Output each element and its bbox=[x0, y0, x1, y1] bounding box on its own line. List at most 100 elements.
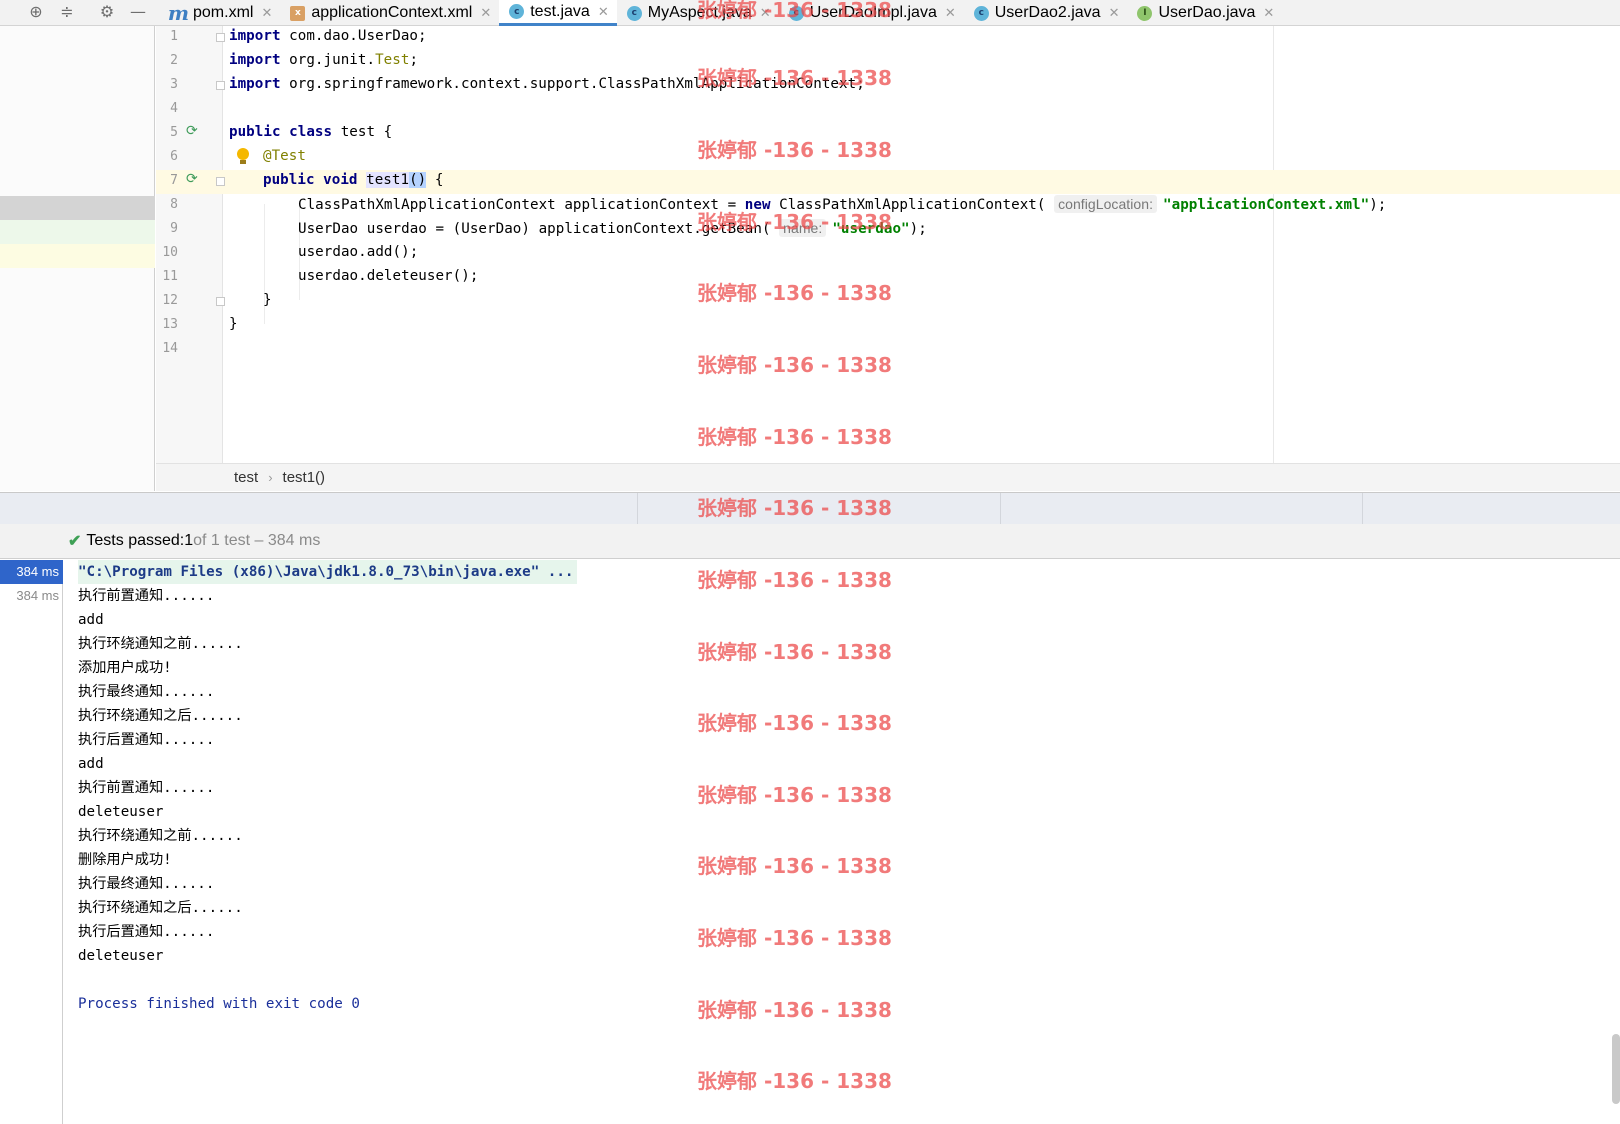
code-line: 12 } bbox=[156, 290, 1620, 314]
console-line: 执行后置通知...... bbox=[78, 924, 215, 940]
line-number: 8 bbox=[170, 197, 178, 212]
test-timing-row[interactable]: 384 ms bbox=[0, 560, 63, 584]
code-token: test { bbox=[332, 124, 393, 140]
string-literal: "userdao" bbox=[832, 221, 910, 237]
tab-userdaoimpl-java[interactable]: c UserDaoImpl.java ✕ bbox=[779, 0, 964, 26]
fold-icon[interactable] bbox=[216, 33, 225, 42]
code-token: ; bbox=[409, 52, 419, 68]
line-number: 5 bbox=[170, 125, 178, 140]
console-line: deleteuser bbox=[78, 948, 164, 964]
console-line: add bbox=[78, 756, 104, 772]
breadcrumb-class[interactable]: test bbox=[234, 469, 258, 486]
close-icon[interactable]: ✕ bbox=[598, 4, 609, 20]
locate-icon[interactable]: ⊕ bbox=[23, 0, 49, 24]
close-icon[interactable]: ✕ bbox=[760, 5, 771, 21]
line-number: 10 bbox=[162, 245, 178, 260]
console-output[interactable]: "C:\Program Files (x86)\Java\jdk1.8.0_73… bbox=[64, 560, 1620, 1124]
console-line: 执行前置通知...... bbox=[78, 588, 215, 604]
xml-file-icon: x bbox=[290, 5, 306, 21]
check-icon: ✔ bbox=[68, 533, 82, 550]
console-line: 执行最终通知...... bbox=[78, 876, 215, 892]
code-line: 4 bbox=[156, 98, 1620, 122]
breadcrumb: test › test1() bbox=[156, 463, 1620, 491]
code-text: } bbox=[229, 316, 238, 332]
test-status-bar: ✔ Tests passed: 1 of 1 test – 384 ms bbox=[0, 524, 1620, 559]
line-number: 14 bbox=[162, 341, 178, 356]
tree-row[interactable] bbox=[0, 244, 155, 268]
process-finished-line: Process finished with exit code 0 bbox=[78, 996, 360, 1012]
scrollbar-thumb[interactable] bbox=[1612, 1034, 1620, 1104]
selected-tree-row[interactable] bbox=[0, 196, 155, 220]
tab-pom-xml[interactable]: m pom.xml ✕ bbox=[160, 0, 280, 26]
status-prefix: Tests passed: bbox=[86, 532, 185, 549]
code-text: } bbox=[263, 292, 272, 308]
breadcrumb-method[interactable]: test1() bbox=[283, 469, 326, 486]
code-token: com.dao.UserDao; bbox=[280, 28, 427, 44]
code-line-current: 7 ⟳ public void test1() { bbox=[156, 170, 1620, 194]
code-text: import org.springframework.context.suppo… bbox=[229, 76, 865, 92]
console-line: 删除用户成功! bbox=[78, 852, 172, 868]
annotation: @Test bbox=[263, 148, 306, 164]
java-class-icon: c bbox=[626, 5, 642, 21]
tree-row[interactable] bbox=[0, 220, 155, 244]
tool-window-header bbox=[0, 492, 1620, 525]
test-timing-row[interactable]: 384 ms bbox=[0, 584, 63, 608]
java-class-icon: c bbox=[509, 4, 525, 19]
code-text: public void test1() { bbox=[263, 172, 443, 188]
code-line: 2 import org.junit.Test; bbox=[156, 50, 1620, 74]
line-number: 6 bbox=[170, 149, 178, 164]
run-test-icon[interactable]: ⟳ bbox=[186, 171, 198, 187]
line-number: 7 bbox=[170, 173, 178, 188]
code-token: org.springframework.context.support.Clas… bbox=[280, 76, 865, 92]
code-editor[interactable]: 1 import com.dao.UserDao; 2 import org.j… bbox=[156, 26, 1620, 463]
fold-icon[interactable] bbox=[216, 81, 225, 90]
line-number: 3 bbox=[170, 77, 178, 92]
tab-application-context-xml[interactable]: x applicationContext.xml ✕ bbox=[280, 0, 499, 26]
console-line: 执行最终通知...... bbox=[78, 684, 215, 700]
code-token: ); bbox=[909, 221, 927, 237]
line-number: 4 bbox=[170, 101, 178, 116]
code-token: org.junit. bbox=[280, 52, 376, 68]
tab-label: pom.xml bbox=[193, 4, 254, 21]
console-line: 添加用户成功! bbox=[78, 660, 172, 676]
code-text: @Test bbox=[263, 148, 306, 164]
tab-userdao2-java[interactable]: c UserDao2.java ✕ bbox=[964, 0, 1128, 26]
fold-icon[interactable] bbox=[216, 297, 225, 306]
console-line: 执行环绕通知之前...... bbox=[78, 636, 243, 652]
lightbulb-icon[interactable] bbox=[236, 148, 250, 166]
code-token: ClassPathXmlApplicationContext applicati… bbox=[298, 197, 745, 213]
fold-icon[interactable] bbox=[216, 177, 225, 186]
close-icon[interactable]: ✕ bbox=[1109, 5, 1120, 21]
class-ref: Test bbox=[375, 52, 410, 68]
paren-highlight: () bbox=[409, 172, 427, 188]
close-icon[interactable]: ✕ bbox=[261, 5, 272, 21]
close-icon[interactable]: ✕ bbox=[1263, 5, 1274, 21]
tab-test-java[interactable]: c test.java ✕ bbox=[499, 0, 617, 26]
close-icon[interactable]: ✕ bbox=[480, 5, 491, 21]
run-test-icon[interactable]: ⟳ bbox=[186, 123, 198, 139]
tab-label: UserDaoImpl.java bbox=[809, 4, 937, 21]
tab-userdao-java[interactable]: I UserDao.java ✕ bbox=[1127, 0, 1282, 26]
toolbar: ⊕ ≑ ⚙ — bbox=[0, 0, 160, 26]
line-number: 12 bbox=[162, 293, 178, 308]
line-number: 13 bbox=[162, 317, 178, 332]
code-line: 13 } bbox=[156, 314, 1620, 338]
divider bbox=[1362, 493, 1363, 525]
tab-myaspect-java[interactable]: c MyAspect.java ✕ bbox=[617, 0, 779, 26]
gear-icon[interactable]: ⚙ bbox=[94, 0, 120, 24]
code-line: 6 @Test bbox=[156, 146, 1620, 170]
code-line: 11 userdao.deleteuser(); bbox=[156, 266, 1620, 290]
status-suffix: of 1 test – 384 ms bbox=[193, 532, 321, 549]
code-line: 10 userdao.add(); bbox=[156, 242, 1620, 266]
close-icon[interactable]: ✕ bbox=[945, 5, 956, 21]
code-line: 1 import com.dao.UserDao; bbox=[156, 26, 1620, 50]
code-line: 9 UserDao userdao = (UserDao) applicatio… bbox=[156, 218, 1620, 242]
maven-icon: m bbox=[167, 1, 190, 25]
keyword: import bbox=[229, 52, 281, 68]
minimize-icon[interactable]: — bbox=[125, 0, 151, 24]
collapse-all-icon[interactable]: ≑ bbox=[54, 0, 80, 24]
tab-label: test.java bbox=[530, 2, 590, 20]
line-number: 2 bbox=[170, 53, 178, 68]
java-class-icon: c bbox=[973, 5, 989, 21]
console-line: 执行前置通知...... bbox=[78, 780, 215, 796]
